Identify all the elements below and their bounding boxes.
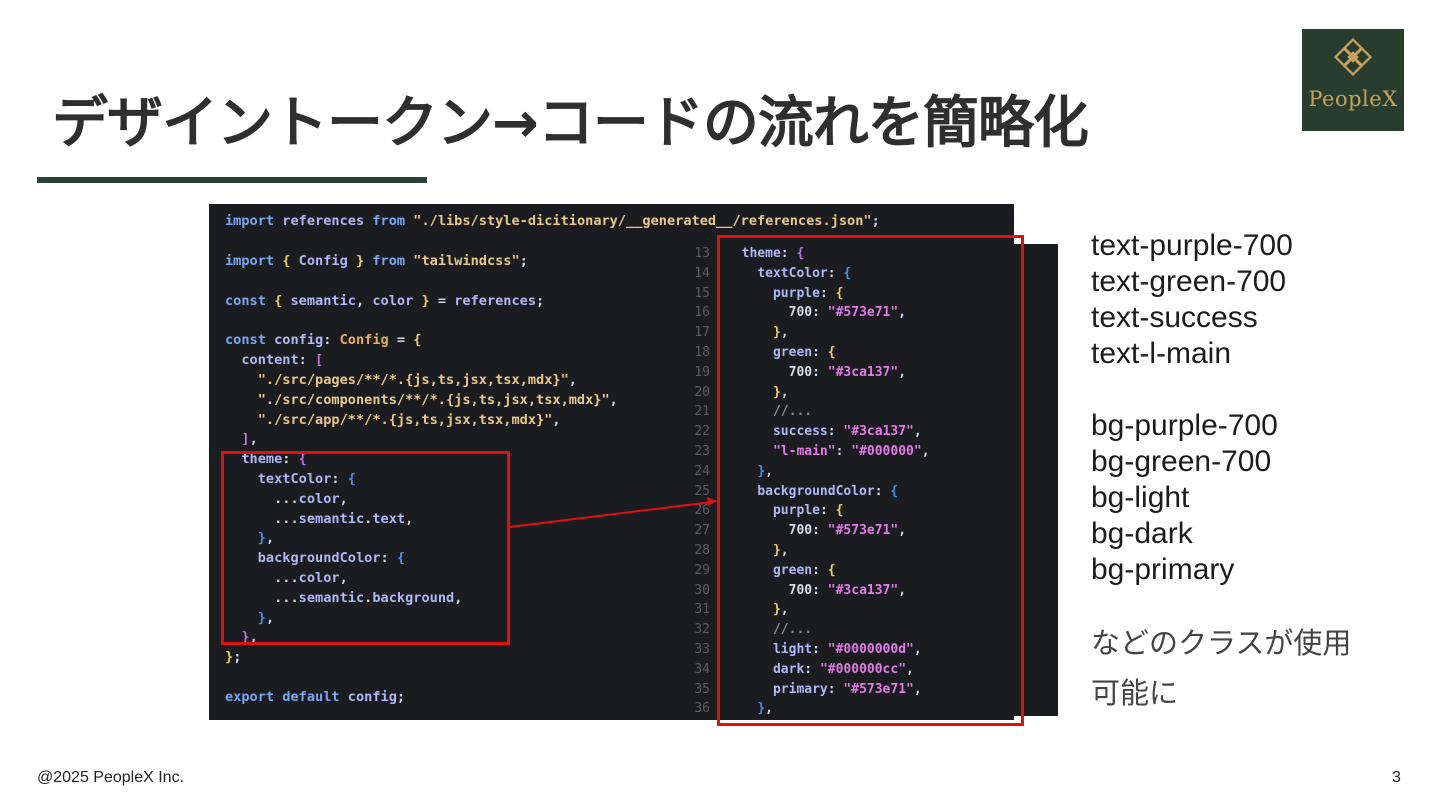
class-text-l-main: text-l-main [1091, 337, 1232, 370]
class-bg-primary: bg-primary [1091, 553, 1235, 586]
class-text-green-700: text-green-700 [1091, 265, 1287, 298]
page-number: 3 [1392, 769, 1401, 786]
classes-note: などのクラスが使用可能に [1091, 626, 1352, 710]
class-bg-dark: bg-dark [1091, 517, 1193, 550]
class-bg-purple-700: bg-purple-700 [1091, 409, 1278, 442]
available-classes: text-purple-700 text-green-700 text-succ… [1091, 228, 1293, 588]
class-bg-green-700: bg-green-700 [1091, 445, 1272, 478]
class-bg-light: bg-light [1091, 481, 1190, 514]
copyright-footer: @2025 PeopleX Inc. [37, 769, 185, 786]
class-text-success: text-success [1091, 301, 1258, 334]
class-text-purple-700: text-purple-700 [1091, 229, 1293, 262]
